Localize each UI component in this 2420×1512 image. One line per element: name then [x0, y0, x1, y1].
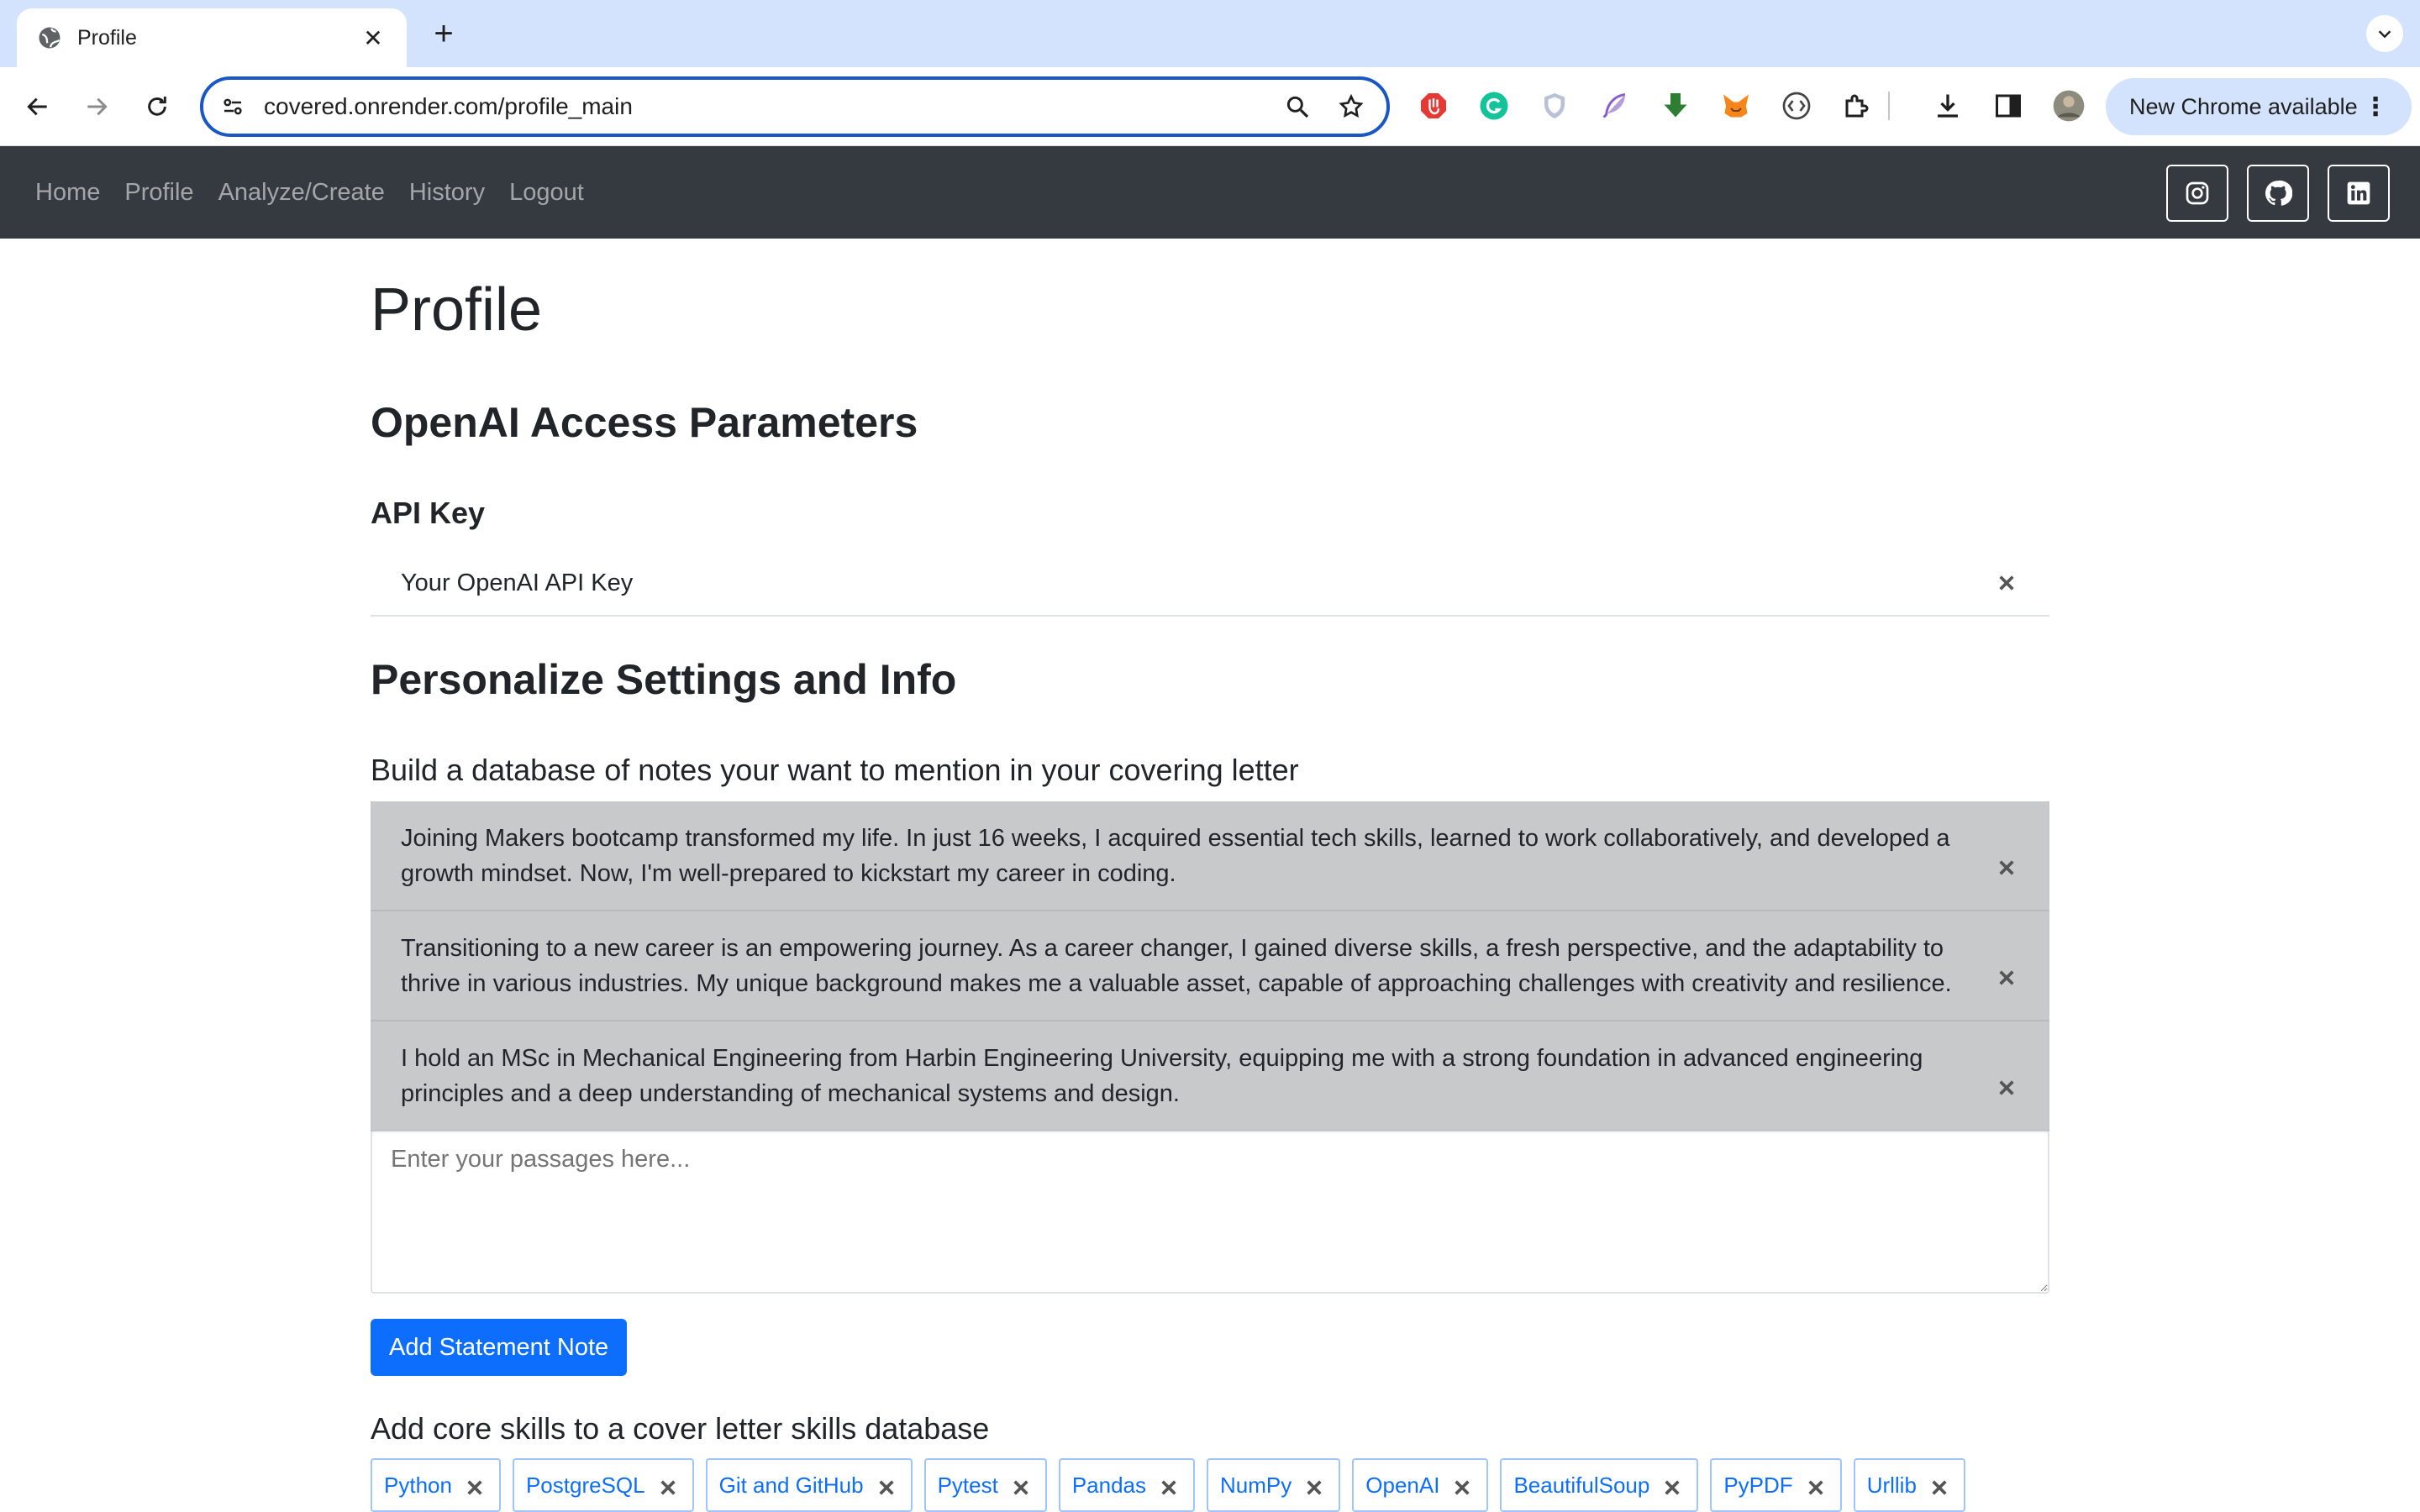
skill-label: PyPDF	[1723, 1472, 1793, 1498]
remove-skill-x-icon[interactable]	[1305, 1478, 1327, 1500]
remove-skill-x-icon[interactable]	[466, 1478, 487, 1500]
skill-chip: NumPy	[1207, 1458, 1341, 1512]
close-tab-icon[interactable]: ✕	[360, 24, 387, 52]
skill-label: OpenAI	[1365, 1472, 1440, 1498]
skill-label: Urllib	[1866, 1472, 1917, 1498]
linkedin-icon	[2345, 180, 2372, 207]
github-icon	[2264, 179, 2292, 207]
api-key-value: Your OpenAI API Key	[401, 569, 634, 596]
profile-avatar[interactable]	[2052, 89, 2086, 123]
browser-tab-strip: Profile ✕ +	[0, 0, 2420, 67]
note-text: I hold an MSc in Mechanical Engineering …	[401, 1044, 1923, 1107]
delete-api-key-x-icon[interactable]	[1994, 570, 2019, 596]
bookmark-star-icon[interactable]	[1333, 88, 1370, 125]
instagram-button[interactable]	[2166, 165, 2228, 222]
remove-skill-x-icon[interactable]	[1160, 1478, 1181, 1500]
chrome-menu-dots-icon[interactable]: ⋮	[2363, 92, 2388, 122]
url-text: covered.onrender.com/profile_main	[264, 93, 633, 119]
browser-toolbar: covered.onrender.com/profile_main	[0, 67, 2420, 146]
skill-chip: Git and GitHub	[705, 1458, 913, 1512]
notes-heading: Build a database of notes your want to m…	[371, 753, 1299, 787]
nav-link-history[interactable]: History	[409, 179, 485, 207]
back-arrow-icon[interactable]	[17, 86, 59, 128]
personalize-heading: Personalize Settings and Info	[371, 656, 957, 703]
toolbar-divider	[1887, 89, 1891, 123]
remove-skill-x-icon[interactable]	[1453, 1478, 1475, 1500]
note-text: Transitioning to a new career is an empo…	[401, 934, 1952, 997]
skill-label: PostgreSQL	[525, 1472, 645, 1498]
skills-heading: Add core skills to a cover letter skills…	[371, 1411, 990, 1446]
skill-label: Python	[384, 1472, 452, 1498]
zoom-magnifier-icon[interactable]	[1279, 88, 1316, 125]
extensions-puzzle-icon[interactable]	[1840, 89, 1874, 123]
shield-extension-icon[interactable]	[1538, 89, 1571, 123]
skill-chip: OpenAI	[1352, 1458, 1489, 1512]
metamask-fox-icon[interactable]	[1719, 89, 1753, 123]
nav-link-home[interactable]: Home	[35, 179, 100, 207]
skills-list: Python PostgreSQL Git and GitHub Pytest …	[371, 1458, 1977, 1512]
address-bar[interactable]: covered.onrender.com/profile_main	[200, 76, 1390, 137]
code-brackets-extension-icon[interactable]	[1780, 89, 1813, 123]
list-item: Transitioning to a new career is an empo…	[371, 911, 2049, 1021]
downloads-icon[interactable]	[1931, 89, 1965, 123]
forward-arrow-icon[interactable]	[76, 86, 118, 128]
browser-tab-profile[interactable]: Profile ✕	[17, 8, 407, 67]
delete-note-x-icon[interactable]	[1994, 1075, 2019, 1100]
remove-skill-x-icon[interactable]	[1930, 1478, 1952, 1500]
side-panel-icon[interactable]	[1991, 89, 2025, 123]
remove-skill-x-icon[interactable]	[877, 1478, 899, 1500]
new-chrome-label: New Chrome available	[2129, 93, 2358, 119]
reload-icon[interactable]	[136, 86, 178, 128]
list-item: Joining Makers bootcamp transformed my l…	[371, 801, 2049, 911]
api-key-label: API Key	[371, 496, 486, 530]
add-statement-note-button[interactable]: Add Statement Note	[371, 1319, 628, 1376]
openai-access-heading: OpenAI Access Parameters	[371, 399, 918, 446]
skill-label: Pytest	[937, 1472, 998, 1498]
remove-skill-x-icon[interactable]	[1807, 1478, 1828, 1500]
feather-extension-icon[interactable]	[1598, 89, 1632, 123]
nav-link-profile[interactable]: Profile	[124, 179, 193, 207]
adblock-extension-icon[interactable]	[1417, 89, 1450, 123]
app-navbar: Home Profile Analyze/Create History Logo…	[0, 146, 2420, 239]
list-item: I hold an MSc in Mechanical Engineering …	[371, 1021, 2049, 1131]
tab-title: Profile	[77, 25, 137, 50]
skill-label: Git and GitHub	[718, 1472, 864, 1498]
page-title: Profile	[371, 276, 543, 344]
delete-note-x-icon[interactable]	[1994, 855, 2019, 880]
skill-chip: Python	[371, 1458, 501, 1512]
skill-chip: Urllib	[1853, 1458, 1965, 1512]
notes-list: Joining Makers bootcamp transformed my l…	[371, 801, 2049, 1131]
grammarly-extension-icon[interactable]	[1477, 89, 1511, 123]
instagram-icon	[2184, 180, 2211, 207]
passage-textarea[interactable]	[371, 1131, 2049, 1294]
remove-skill-x-icon[interactable]	[659, 1478, 681, 1500]
new-chrome-available-button[interactable]: New Chrome available ⋮	[2106, 78, 2412, 135]
new-tab-plus-icon[interactable]: +	[425, 15, 462, 52]
nav-link-logout[interactable]: Logout	[509, 179, 584, 207]
download-arrow-extension-icon[interactable]	[1659, 89, 1692, 123]
site-info-icon[interactable]	[220, 94, 245, 119]
linkedin-button[interactable]	[2328, 165, 2390, 222]
skill-label: NumPy	[1220, 1472, 1292, 1498]
skill-chip: PyPDF	[1710, 1458, 1842, 1512]
skill-label: BeautifulSoup	[1513, 1472, 1650, 1498]
remove-skill-x-icon[interactable]	[1012, 1478, 1034, 1500]
github-button[interactable]	[2247, 165, 2309, 222]
tab-search-chevron-icon[interactable]	[2366, 15, 2403, 52]
globe-icon	[37, 25, 62, 50]
nav-link-analyze-create[interactable]: Analyze/Create	[218, 179, 385, 207]
note-text: Joining Makers bootcamp transformed my l…	[401, 824, 1950, 887]
skill-chip: BeautifulSoup	[1500, 1458, 1699, 1512]
skill-chip: Pytest	[923, 1458, 1047, 1512]
delete-note-x-icon[interactable]	[1994, 965, 2019, 990]
skill-label: Pandas	[1071, 1472, 1147, 1498]
skill-chip: Pandas	[1058, 1458, 1196, 1512]
skill-chip: PostgreSQL	[512, 1458, 694, 1512]
remove-skill-x-icon[interactable]	[1663, 1478, 1685, 1500]
api-key-row: Your OpenAI API Key	[371, 551, 2049, 617]
